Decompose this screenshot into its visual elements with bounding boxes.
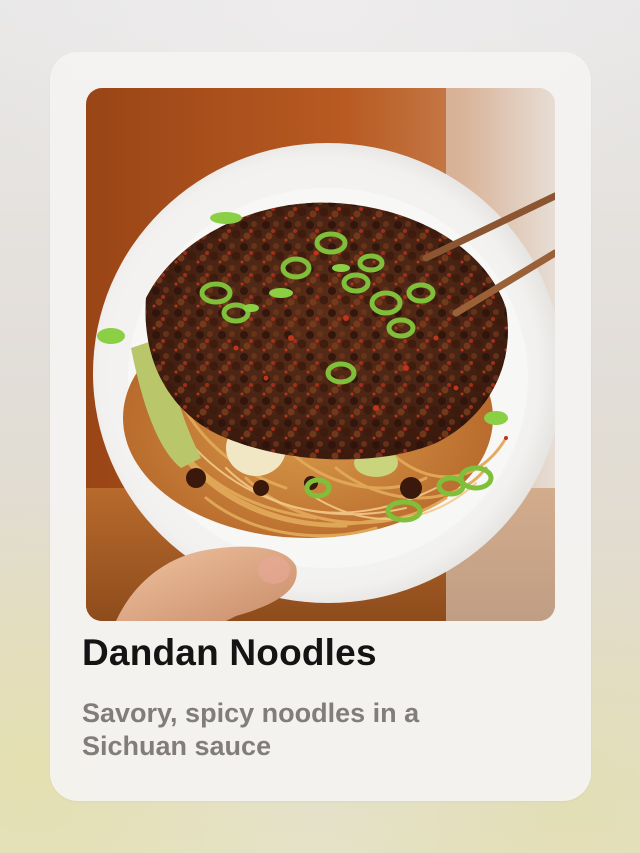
dish-photo — [86, 88, 555, 621]
recipe-card[interactable]: Dandan Noodles Savory, spicy noodles in … — [50, 52, 591, 801]
recipe-description: Savory, spicy noodles in a Sichuan sauce — [82, 698, 420, 761]
recipe-title: Dandan Noodles — [82, 632, 377, 673]
